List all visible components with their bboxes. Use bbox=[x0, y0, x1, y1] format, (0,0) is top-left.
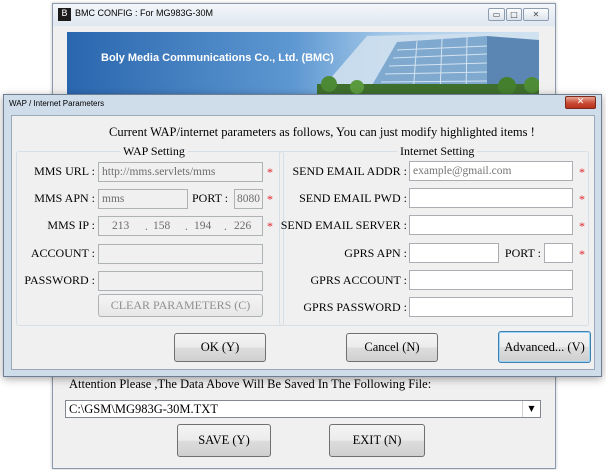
mms-ip-label: MMS IP : bbox=[47, 218, 95, 232]
mms-port-field: 8080 bbox=[234, 189, 263, 209]
ip-octet: 213 bbox=[112, 220, 130, 232]
password-field bbox=[98, 271, 263, 291]
mms-ip-field: 213 . 158 . 194 . 226 bbox=[98, 216, 263, 236]
clear-parameters-button[interactable]: CLEAR PARAMETERS (C) bbox=[98, 294, 263, 317]
maximize-icon[interactable]: □ bbox=[506, 8, 522, 21]
dialog-close-icon[interactable]: ✕ bbox=[565, 96, 596, 109]
gprs-port-label: PORT : bbox=[504, 246, 541, 260]
dialog-header-text: Current WAP/internet parameters as follo… bbox=[109, 125, 535, 139]
mms-url-field: http://mms.servlets/mms bbox=[98, 162, 263, 182]
required-mark: * bbox=[579, 192, 585, 206]
gprs-port-input[interactable] bbox=[544, 243, 573, 263]
main-titlebar[interactable]: B BMC CONFIG : For MG983G-30M ▭ □ ✕ bbox=[53, 4, 555, 26]
mms-port-label: PORT : bbox=[192, 191, 229, 205]
dialog-client-area: Current WAP/internet parameters as follo… bbox=[11, 115, 595, 370]
gprs-password-input[interactable] bbox=[409, 297, 573, 317]
required-mark: * bbox=[267, 219, 273, 233]
exit-button[interactable]: EXIT (N) bbox=[329, 424, 425, 457]
company-banner: Boly Media Communications Co., Ltd. (BMC… bbox=[67, 32, 539, 94]
chevron-down-icon[interactable]: ▼ bbox=[522, 401, 540, 417]
internet-setting-legend: Internet Setting bbox=[400, 144, 475, 158]
required-mark: * bbox=[267, 165, 273, 179]
ip-dot: . bbox=[224, 221, 227, 233]
account-field bbox=[98, 244, 263, 264]
attention-text: Attention Please ,The Data Above Will Be… bbox=[69, 377, 432, 391]
mms-apn-label: MMS APN : bbox=[34, 191, 95, 205]
ip-octet: 158 bbox=[153, 220, 171, 232]
ip-dot: . bbox=[185, 221, 188, 233]
mms-apn-field: mms bbox=[98, 189, 188, 209]
account-label: ACCOUNT : bbox=[30, 246, 95, 260]
ip-octet: 226 bbox=[234, 220, 252, 232]
file-path-value: C:\GSM\MG983G-30M.TXT bbox=[69, 402, 218, 416]
required-mark: * bbox=[579, 219, 585, 233]
minimize-icon[interactable]: ▭ bbox=[488, 8, 505, 21]
dialog-titlebar[interactable]: WAP / Internet Parameters ✕ bbox=[4, 95, 601, 114]
main-window-title: BMC CONFIG : For MG983G-30M bbox=[75, 8, 214, 18]
advanced-button[interactable]: Advanced... (V) bbox=[498, 331, 591, 363]
wap-setting-legend: WAP Setting bbox=[123, 144, 185, 158]
file-path-select[interactable]: C:\GSM\MG983G-30M.TXT ▼ bbox=[65, 400, 541, 418]
send-email-pwd-input[interactable] bbox=[409, 188, 573, 208]
gprs-apn-label: GPRS APN : bbox=[344, 246, 407, 260]
gprs-password-label: GPRS PASSWORD : bbox=[303, 300, 407, 314]
wap-internet-dialog: WAP / Internet Parameters ✕ Current WAP/… bbox=[3, 94, 602, 377]
banner-company-name: Boly Media Communications Co., Ltd. (BMC… bbox=[101, 52, 334, 64]
cancel-button[interactable]: Cancel (N) bbox=[346, 333, 438, 362]
dialog-title: WAP / Internet Parameters bbox=[9, 99, 105, 108]
send-email-addr-input[interactable] bbox=[409, 161, 573, 181]
ip-octet: 194 bbox=[194, 220, 212, 232]
gprs-account-label: GPRS ACCOUNT : bbox=[310, 273, 407, 287]
send-email-server-input[interactable] bbox=[409, 215, 573, 235]
bmc-app-icon: B bbox=[58, 8, 71, 21]
password-label: PASSWORD : bbox=[24, 273, 95, 287]
gprs-account-input[interactable] bbox=[409, 270, 573, 290]
ip-dot: . bbox=[145, 221, 148, 233]
required-mark: * bbox=[579, 247, 585, 261]
send-email-server-label: SEND EMAIL SERVER : bbox=[280, 218, 407, 232]
send-email-pwd-label: SEND EMAIL PWD : bbox=[299, 191, 407, 205]
mms-url-label: MMS URL : bbox=[34, 164, 95, 178]
send-email-addr-label: SEND EMAIL ADDR : bbox=[292, 164, 407, 178]
save-button[interactable]: SAVE (Y) bbox=[177, 424, 271, 457]
ok-button[interactable]: OK (Y) bbox=[174, 333, 266, 362]
gprs-apn-input[interactable] bbox=[409, 243, 499, 263]
close-icon[interactable]: ✕ bbox=[523, 8, 549, 21]
required-mark: * bbox=[579, 165, 585, 179]
required-mark: * bbox=[267, 192, 273, 206]
